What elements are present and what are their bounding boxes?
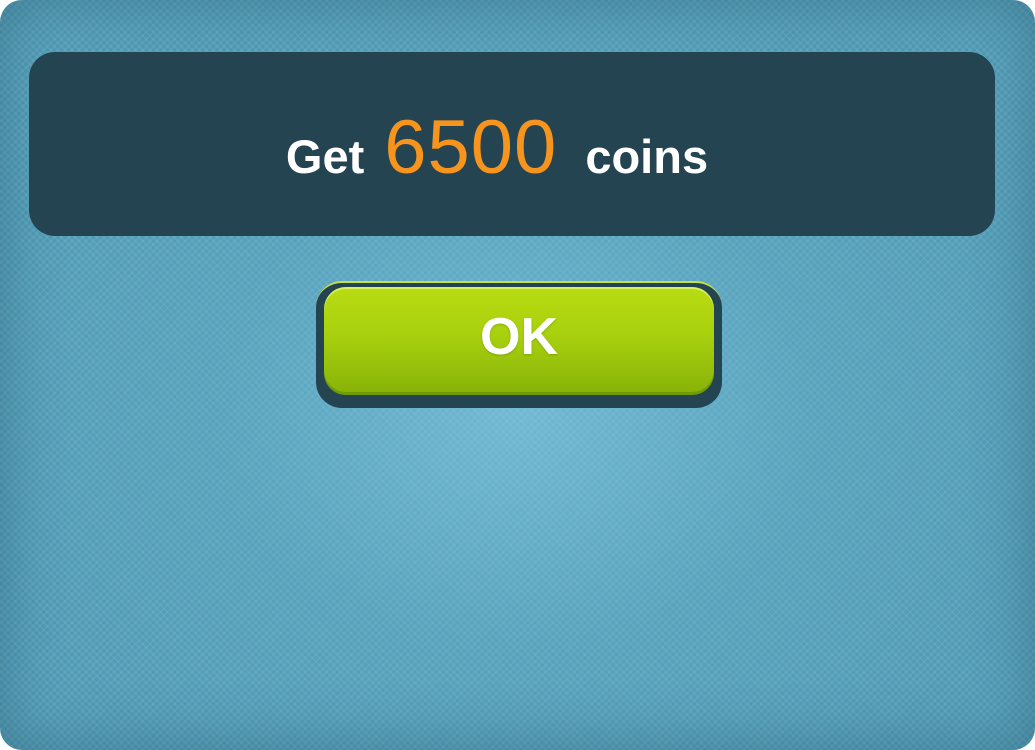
ok-button-label: OK	[480, 308, 558, 366]
coin-amount: 6500	[384, 104, 558, 190]
reward-message: Get 6500 coins	[286, 104, 708, 191]
reward-dialog: Get 6500 coins OK	[0, 0, 1035, 750]
ok-button[interactable]: OK	[324, 287, 714, 395]
reward-suffix: coins	[585, 129, 709, 183]
reward-prefix: Get	[285, 129, 365, 183]
reward-banner: Get 6500 coins	[29, 52, 995, 236]
ok-button-frame: OK	[316, 281, 722, 408]
